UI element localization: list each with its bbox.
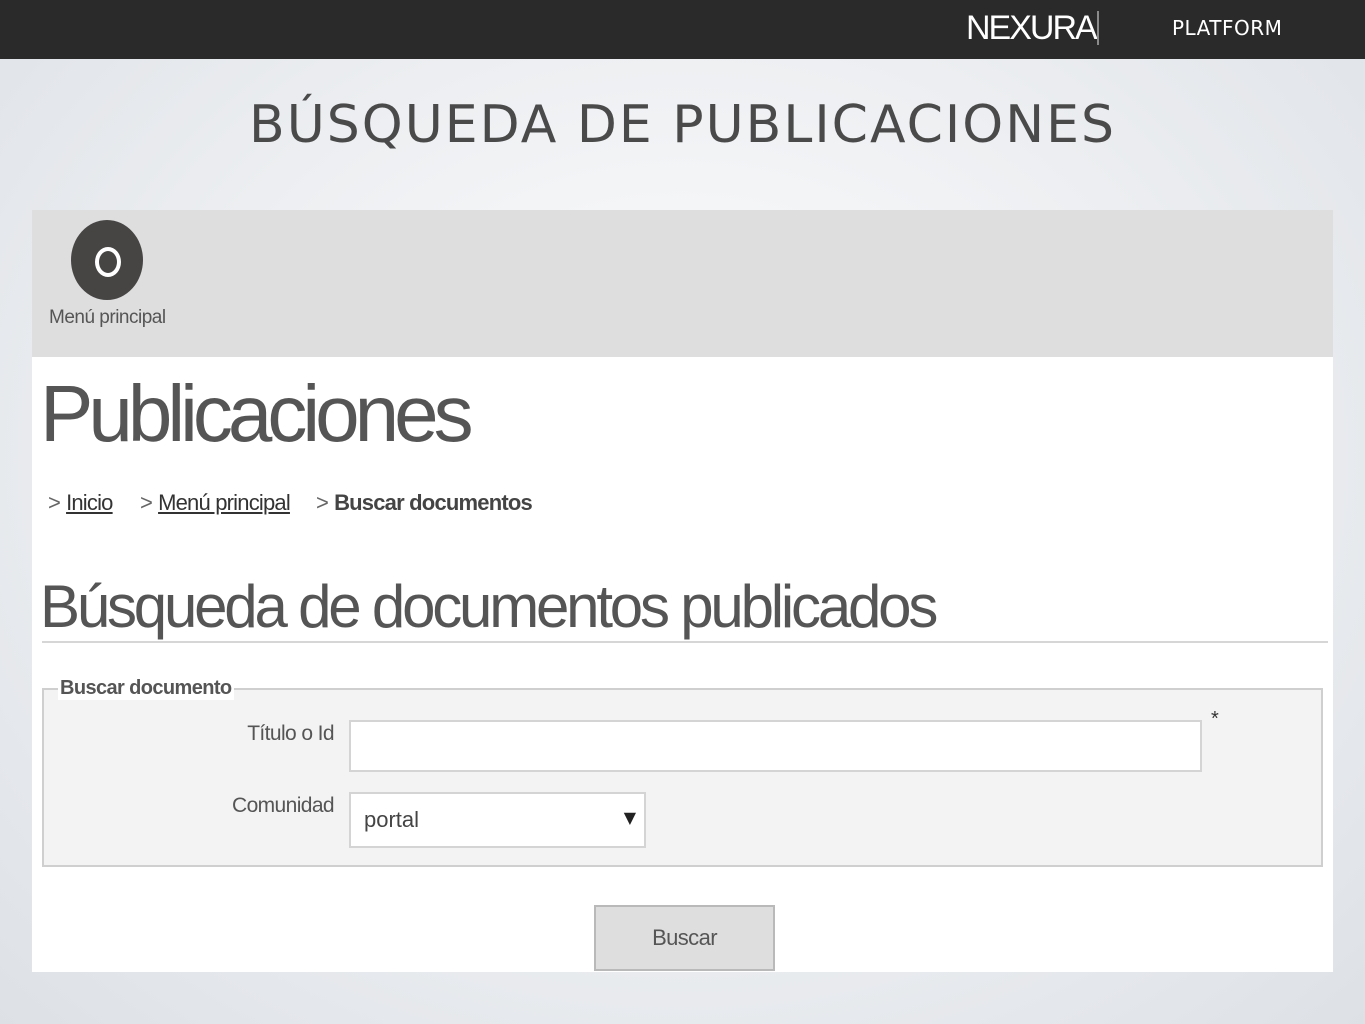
title-field-label: Título o Id	[247, 722, 334, 745]
search-button[interactable]: Buscar	[594, 905, 775, 971]
search-fieldset: Buscar documento Título o Id * Comunidad…	[42, 677, 1323, 867]
nexura-logo: NEXURA	[966, 9, 1098, 47]
breadcrumb-item-inicio[interactable]: > Inicio	[48, 490, 113, 516]
breadcrumb-link-inicio[interactable]: Inicio	[66, 490, 113, 515]
menu-circle-icon[interactable]	[71, 220, 143, 300]
community-select[interactable]: portal ▼	[349, 792, 646, 848]
breadcrumb-link-menu[interactable]: Menú principal	[158, 490, 291, 515]
app-screenshot: Menú principal Publicaciones > Inicio > Me…	[32, 210, 1333, 972]
community-field-label: Comunidad	[232, 794, 335, 817]
page-title: Publicaciones	[40, 369, 474, 458]
chevron-right-icon: >	[48, 490, 61, 515]
dropdown-arrow-icon: ▼	[623, 808, 636, 827]
breadcrumb-current: Buscar documentos	[334, 490, 533, 515]
top-bar: NEXURA PLATFORM	[0, 0, 1365, 59]
section-divider	[42, 641, 1328, 643]
logo-divider	[1097, 11, 1099, 45]
breadcrumb-item-current: > Buscar documentos	[316, 490, 533, 516]
section-title: Búsqueda de documentos publicados	[40, 573, 938, 640]
breadcrumb-item-menu[interactable]: > Menú principal	[140, 490, 291, 516]
menu-bar: Menú principal	[32, 210, 1333, 357]
chevron-right-icon: >	[316, 490, 329, 515]
menu-ring-glyph	[95, 247, 121, 277]
fieldset-legend: Buscar documento	[58, 677, 234, 700]
platform-label: PLATFORM	[1172, 16, 1283, 40]
chevron-right-icon: >	[140, 490, 153, 515]
slide-title: BÚSQUEDA DE PUBLICACIONES	[249, 95, 1116, 155]
title-id-input[interactable]	[349, 720, 1202, 772]
community-selected-value: portal	[364, 807, 420, 832]
main-menu-label[interactable]: Menú principal	[49, 307, 166, 329]
required-marker: *	[1211, 708, 1219, 730]
